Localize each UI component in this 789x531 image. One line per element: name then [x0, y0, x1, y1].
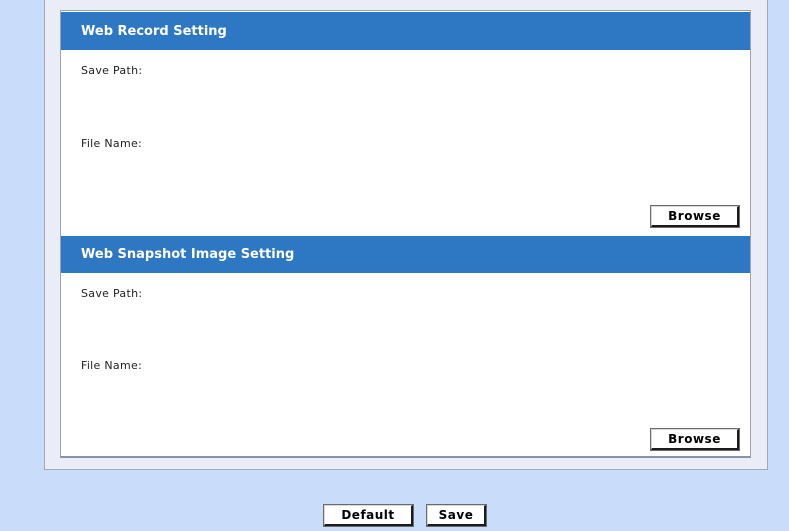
web-snapshot-file-name-label: File Name: [81, 359, 143, 372]
web-snapshot-setting-header: Web Snapshot Image Setting [61, 236, 750, 273]
web-record-file-name-label: File Name: [81, 137, 143, 150]
web-snapshot-browse-button[interactable]: Browse [650, 428, 740, 451]
settings-panel [60, 10, 751, 458]
web-snapshot-save-path-label: Save Path: [81, 287, 143, 300]
web-record-browse-button[interactable]: Browse [650, 205, 740, 228]
default-button[interactable]: Default [323, 504, 414, 527]
save-button[interactable]: Save [426, 504, 487, 527]
web-record-save-path-label: Save Path: [81, 64, 143, 77]
web-record-setting-header: Web Record Setting [61, 12, 750, 50]
